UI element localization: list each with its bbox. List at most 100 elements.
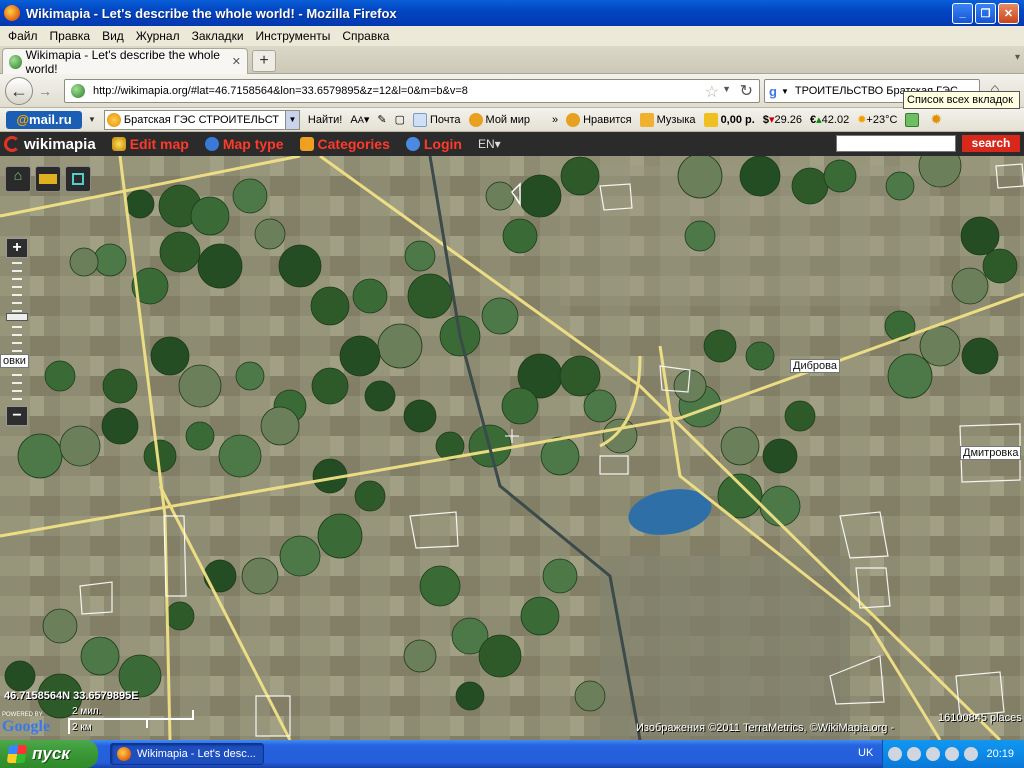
irrigation-field — [887, 353, 933, 399]
layers-button[interactable] — [65, 166, 91, 192]
irrigation-field — [279, 535, 321, 577]
usd-rate[interactable]: $ ▾ 29.26 — [763, 113, 802, 127]
irrigation-field — [241, 557, 279, 595]
irrigation-field — [185, 421, 215, 451]
irrigation-field — [542, 558, 578, 594]
google-logo[interactable]: POWERED BY Google — [2, 712, 50, 736]
login-label: Login — [423, 136, 462, 152]
language-selector[interactable]: EN▾ — [478, 137, 501, 151]
place-label-left[interactable]: овки — [0, 354, 29, 368]
mailru-toolbar: @ mail.ru ▼ Братская ГЭС СТРОИТЕЛЬСТ ▼ На… — [0, 108, 1024, 132]
forward-button[interactable]: → — [34, 81, 56, 101]
minimize-button[interactable]: _ — [952, 2, 973, 24]
bookmark-star-icon[interactable]: ☆ — [705, 82, 719, 102]
url-bar[interactable]: http://wikimapia.org/#lat=46.7158564&lon… — [64, 79, 760, 103]
irrigation-field — [310, 286, 350, 326]
satellite-map[interactable]: ⌂ + − овки Диброва Дмитровка 46.7158564N… — [0, 156, 1024, 740]
keyboard-language[interactable]: UK — [858, 747, 873, 759]
menu-history[interactable]: Журнал — [130, 29, 186, 43]
scale-bar: 2 мил. 2 км — [68, 704, 194, 734]
zoom-in-button[interactable]: + — [6, 238, 28, 258]
close-button[interactable]: ✕ — [998, 2, 1019, 24]
categories-link[interactable]: Categories — [299, 136, 390, 152]
list-all-tabs-button[interactable]: ▾ — [1015, 52, 1020, 63]
people-icon — [468, 112, 483, 127]
tab-close-icon[interactable]: ✕ — [232, 55, 241, 68]
edit-map-link[interactable]: Edit map — [111, 136, 189, 152]
eur-rate[interactable]: € ▴ 42.02 — [810, 113, 849, 127]
irrigation-field — [455, 681, 485, 711]
font-size-icon[interactable]: A A ▾ — [350, 113, 369, 127]
myworld-label: Мой мир — [485, 113, 530, 126]
back-button[interactable]: ← — [5, 77, 33, 105]
favicon-icon — [9, 54, 22, 69]
search-engine-dropdown-icon[interactable]: ▼ — [781, 87, 789, 96]
map-icon[interactable] — [905, 112, 922, 127]
google-search-engine-icon[interactable]: g — [769, 84, 777, 99]
like-button[interactable]: Нравится — [566, 112, 632, 127]
balance-button[interactable]: 0,00 р. — [703, 112, 755, 127]
system-tray: 20:19 — [882, 740, 1024, 768]
toolbar-search-input[interactable]: Братская ГЭС СТРОИТЕЛЬСТ ▼ — [103, 109, 300, 130]
place-label-dmitrovka[interactable]: Дмитровка — [960, 446, 1022, 460]
irrigation-field — [125, 189, 155, 219]
start-button[interactable]: пуск — [0, 740, 98, 768]
highlighter-icon[interactable]: ✎ — [377, 113, 386, 126]
page-icon[interactable]: ▢ — [395, 113, 405, 126]
tray-volume-icon[interactable] — [945, 747, 959, 761]
map-type-link[interactable]: Map type — [204, 136, 284, 152]
settings-gear-icon[interactable]: ✹ — [930, 111, 942, 128]
mail-button[interactable]: Почта — [412, 112, 461, 127]
menu-tools[interactable]: Инструменты — [250, 29, 337, 43]
zoom-out-button[interactable]: − — [6, 406, 28, 426]
irrigation-field — [520, 596, 560, 636]
monitor-icon — [72, 173, 84, 185]
irrigation-field — [559, 355, 601, 397]
irrigation-field — [232, 178, 268, 214]
login-link[interactable]: Login — [405, 136, 462, 152]
chevron-down-icon[interactable]: ▼ — [284, 110, 299, 129]
irrigation-field — [720, 426, 760, 466]
clock: 20:19 — [986, 748, 1014, 760]
menu-help[interactable]: Справка — [336, 29, 395, 43]
weather-widget[interactable]: ✹ +23°C — [857, 113, 897, 127]
menu-bookmarks[interactable]: Закладки — [186, 29, 250, 43]
site-identity-icon[interactable] — [71, 84, 85, 98]
zoom-slider-track[interactable] — [6, 262, 28, 402]
taskbar-firefox-window[interactable]: Wikimapia - Let's desc... — [110, 743, 264, 765]
firefox-icon — [117, 747, 131, 761]
map-type-label: Map type — [222, 136, 284, 152]
find-button[interactable]: Найти! — [308, 114, 342, 126]
place-label-dibrova[interactable]: Диброва — [790, 359, 840, 373]
irrigation-field — [352, 278, 388, 314]
menu-view[interactable]: Вид — [96, 29, 130, 43]
irrigation-field — [218, 434, 262, 478]
wikimapia-logo[interactable]: wikimapia — [4, 136, 96, 153]
firefox-icon — [4, 5, 20, 21]
mailru-logo[interactable]: @ mail.ru — [6, 110, 82, 129]
menu-edit[interactable]: Правка — [44, 29, 97, 43]
home-view-button[interactable]: ⌂ — [5, 166, 31, 192]
irrigation-field — [4, 660, 36, 692]
tray-network-icon[interactable] — [907, 747, 921, 761]
tray-back-icon[interactable] — [888, 747, 902, 761]
zoom-slider-handle[interactable] — [6, 313, 28, 321]
irrigation-field — [17, 433, 63, 479]
satellite-imagery[interactable] — [0, 156, 1024, 740]
url-history-dropdown-icon[interactable]: ▼ — [722, 84, 731, 94]
music-button[interactable]: Музыка — [639, 112, 696, 127]
myworld-button[interactable]: Мой мир — [468, 112, 530, 127]
reload-icon[interactable]: ↻ — [740, 81, 753, 101]
ruler-button[interactable] — [35, 166, 61, 192]
chevron-more-button[interactable]: » — [552, 114, 558, 126]
new-tab-button[interactable]: + — [252, 50, 276, 72]
maximize-button[interactable]: ❐ — [975, 2, 996, 24]
envelope-icon — [412, 112, 427, 127]
menu-file[interactable]: Файл — [2, 29, 44, 43]
tray-antivirus-icon[interactable] — [926, 747, 940, 761]
tray-security-icon[interactable] — [964, 747, 978, 761]
wikimapia-search-input[interactable] — [836, 135, 956, 152]
wikimapia-search-button[interactable]: search — [962, 135, 1020, 152]
mailru-dropdown-icon[interactable]: ▼ — [88, 115, 96, 124]
tab-wikimapia[interactable]: Wikimapia - Let's describe the whole wor… — [2, 48, 248, 76]
